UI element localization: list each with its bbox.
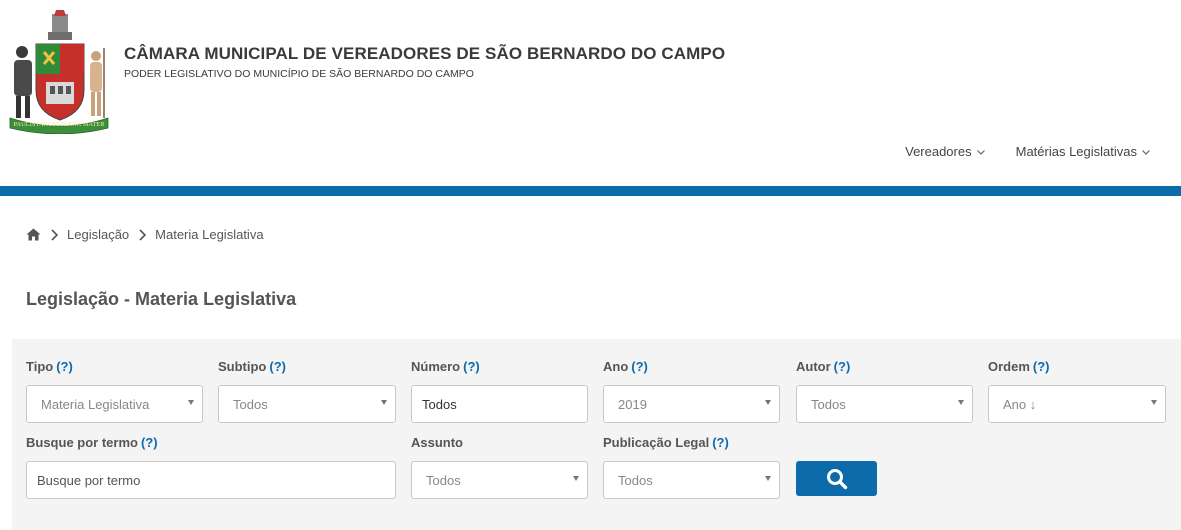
chevron-down-icon: [1142, 149, 1150, 155]
dropdown-arrow-icon: [188, 400, 194, 405]
site-header: PAULISTARUM TERRA MATER CÂMARA MUNICIPAL…: [0, 0, 1181, 186]
assunto-select[interactable]: Todos: [411, 461, 588, 499]
site-subtitle: PODER LEGISLATIVO DO MUNICÍPIO DE SÃO BE…: [124, 68, 474, 80]
breadcrumb-item-legislacao[interactable]: Legislação: [67, 227, 129, 242]
chevron-right-icon: [139, 228, 147, 241]
nav-item-label: Vereadores: [905, 144, 972, 159]
termo-search-input[interactable]: Busque por termo: [26, 461, 396, 499]
search-button[interactable]: [796, 461, 877, 496]
svg-text:PAULISTARUM TERRA MATER: PAULISTARUM TERRA MATER: [13, 121, 105, 128]
nav-item-materias-legislativas[interactable]: Matérias Legislativas: [1016, 144, 1151, 159]
numero-help-link[interactable]: (?): [463, 359, 480, 374]
site-title[interactable]: CÂMARA MUNICIPAL DE VEREADORES DE SÃO BE…: [124, 44, 725, 64]
home-icon[interactable]: [26, 228, 41, 241]
autor-select-value: Todos: [811, 396, 846, 412]
assunto-select-value: Todos: [426, 472, 461, 488]
breadcrumb-item-materia-legislativa: Materia Legislativa: [155, 227, 264, 242]
breadcrumb: Legislação Materia Legislativa: [26, 227, 264, 242]
ordem-select[interactable]: Ano ↓: [988, 385, 1166, 423]
dropdown-arrow-icon: [958, 400, 964, 405]
numero-label: Número (?): [411, 359, 480, 374]
site-title-block: CÂMARA MUNICIPAL DE VEREADORES DE SÃO BE…: [124, 44, 725, 80]
termo-placeholder: Busque por termo: [37, 472, 141, 488]
dropdown-arrow-icon: [573, 476, 579, 481]
search-icon: [826, 468, 847, 489]
chevron-right-icon: [51, 228, 59, 241]
dropdown-arrow-icon: [765, 400, 771, 405]
publicacao-help-link[interactable]: (?): [712, 435, 729, 450]
ano-select[interactable]: 2019: [603, 385, 780, 423]
dropdown-arrow-icon: [765, 476, 771, 481]
numero-input[interactable]: Todos: [411, 385, 588, 423]
tipo-select-value: Materia Legislativa: [41, 396, 150, 412]
termo-help-link[interactable]: (?): [141, 435, 158, 450]
publicacao-label: Publicação Legal (?): [603, 435, 729, 450]
tipo-help-link[interactable]: (?): [56, 359, 73, 374]
ordem-select-value: Ano ↓: [1003, 396, 1037, 412]
autor-help-link[interactable]: (?): [834, 359, 851, 374]
publicacao-select-value: Todos: [618, 472, 653, 488]
nav-item-label: Matérias Legislativas: [1015, 144, 1137, 159]
header-divider-bar: [0, 186, 1181, 196]
termo-label: Busque por termo (?): [26, 435, 158, 450]
publicacao-select[interactable]: Todos: [603, 461, 780, 499]
assunto-label: Assunto: [411, 435, 463, 450]
main-nav: Vereadores Matérias Legislativas: [905, 144, 1151, 159]
subtipo-select-value: Todos: [233, 396, 268, 412]
ano-select-value: 2019: [618, 396, 647, 412]
autor-select[interactable]: Todos: [796, 385, 973, 423]
chevron-down-icon: [976, 149, 985, 155]
autor-label: Autor (?): [796, 359, 851, 374]
subtipo-select[interactable]: Todos: [218, 385, 396, 423]
ordem-help-link[interactable]: (?): [1033, 359, 1050, 374]
ano-help-link[interactable]: (?): [631, 359, 648, 374]
tipo-label: Tipo (?): [26, 359, 73, 374]
city-coat-of-arms-logo[interactable]: PAULISTARUM TERRA MATER: [8, 8, 110, 135]
tipo-select[interactable]: Materia Legislativa: [26, 385, 203, 423]
subtipo-label: Subtipo (?): [218, 359, 286, 374]
subtipo-help-link[interactable]: (?): [269, 359, 286, 374]
dropdown-arrow-icon: [381, 400, 387, 405]
dropdown-arrow-icon: [1151, 400, 1157, 405]
nav-item-vereadores[interactable]: Vereadores: [905, 144, 986, 159]
ano-label: Ano (?): [603, 359, 648, 374]
numero-input-value: Todos: [422, 396, 457, 412]
ordem-label: Ordem (?): [988, 359, 1050, 374]
page-title: Legislação - Materia Legislativa: [26, 289, 297, 309]
